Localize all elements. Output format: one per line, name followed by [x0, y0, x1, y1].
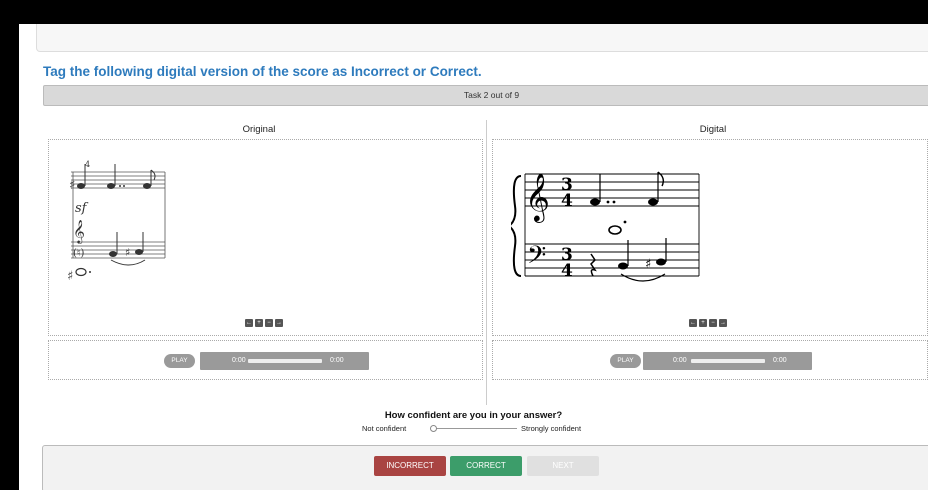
original-score-image: 4 ♯ sf 𝄞 ♯ (♮) ♯ [67, 160, 166, 284]
svg-text:(♮): (♮) [73, 248, 84, 259]
top-panel [36, 24, 928, 52]
instruction-heading: Tag the following digital version of the… [43, 64, 482, 79]
task-progress-bar: Task 2 out of 9 [43, 85, 928, 106]
scroll-right-button[interactable]: → [275, 319, 283, 327]
zoom-out-button[interactable]: − [265, 319, 273, 327]
digital-time-total: 0:00 [773, 357, 787, 364]
original-audio-player: PLAY 0:00 0:00 [48, 340, 483, 380]
svg-text:𝄞: 𝄞 [525, 172, 550, 223]
svg-text:♯: ♯ [67, 269, 73, 284]
digital-seek-track[interactable] [691, 359, 765, 363]
task-progress-label: Task 2 out of 9 [463, 90, 520, 100]
digital-time-current: 0:00 [673, 357, 687, 364]
original-title: Original [242, 124, 276, 135]
next-button[interactable]: NEXT [527, 456, 599, 476]
scroll-left-button[interactable]: ← [245, 319, 253, 327]
original-audio-bar: 0:00 0:00 [200, 352, 369, 370]
original-score-panel: 4 ♯ sf 𝄞 ♯ (♮) ♯ ← + − → [48, 139, 483, 336]
svg-text:♯: ♯ [125, 246, 130, 259]
original-seek-track[interactable] [248, 359, 322, 363]
scroll-right-button[interactable]: → [719, 319, 727, 327]
confidence-max-label: Strongly confident [521, 424, 582, 433]
svg-text:♯: ♯ [645, 257, 651, 272]
digital-audio-player: PLAY 0:00 0:00 [492, 340, 928, 380]
original-time-total: 0:00 [330, 357, 344, 364]
confidence-slider[interactable] [433, 428, 517, 429]
digital-score-panel: 𝄞 3 4 𝄢 3 4 ♯ ← + − → [492, 139, 928, 336]
digital-title: Digital [699, 124, 727, 135]
time-signature-bottom-bass: 4 [561, 261, 573, 281]
time-signature-bottom-treble: 4 [561, 191, 573, 211]
original-zoom-controls: ← + − → [245, 319, 283, 327]
svg-text:sf: sf [75, 201, 89, 216]
original-time-current: 0:00 [232, 357, 246, 364]
confidence-question: How confident are you in your answer? [384, 410, 563, 421]
digital-play-button[interactable]: PLAY [610, 354, 641, 368]
digital-audio-bar: 0:00 0:00 [643, 352, 812, 370]
digital-zoom-controls: ← + − → [689, 319, 727, 327]
confidence-slider-thumb[interactable] [430, 425, 437, 432]
svg-text:𝄞: 𝄞 [73, 219, 85, 244]
svg-text:♯: ♯ [69, 178, 75, 193]
measure-number: 4 [85, 160, 90, 169]
column-divider [486, 120, 487, 405]
zoom-in-button[interactable]: + [255, 319, 263, 327]
zoom-out-button[interactable]: − [709, 319, 717, 327]
original-play-button[interactable]: PLAY [164, 354, 195, 368]
confidence-min-label: Not confident [362, 424, 407, 433]
svg-text:𝄢: 𝄢 [527, 241, 546, 276]
zoom-in-button[interactable]: + [699, 319, 707, 327]
screen: Tag the following digital version of the… [19, 24, 928, 490]
incorrect-button[interactable]: INCORRECT [374, 456, 446, 476]
correct-button[interactable]: CORRECT [450, 456, 522, 476]
scroll-left-button[interactable]: ← [689, 319, 697, 327]
digital-score-image: 𝄞 3 4 𝄢 3 4 ♯ [511, 171, 700, 282]
